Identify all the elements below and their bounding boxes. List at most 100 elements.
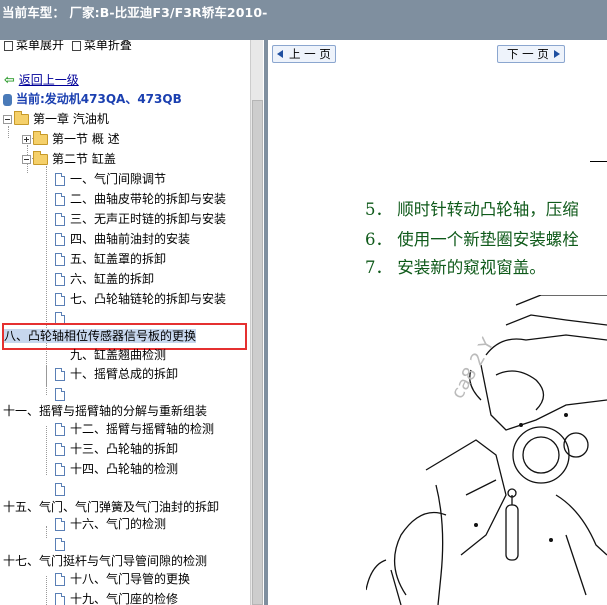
- tree-toolbar: 菜单展开 菜单折叠: [0, 40, 132, 53]
- tree-node-label[interactable]: 第一节 概 述: [52, 132, 120, 146]
- folder-open-icon: [33, 151, 48, 165]
- tree-item-11-icon-row[interactable]: [55, 385, 70, 403]
- page-icon: [55, 518, 65, 531]
- tree-item-label[interactable]: 六、缸盖的拆卸: [70, 272, 154, 286]
- tree-scrollbar[interactable]: [250, 40, 263, 605]
- tree-item-9[interactable]: 九、缸盖翘曲检测: [55, 346, 166, 364]
- tree-item-label[interactable]: 十四、凸轮轴的检测: [70, 462, 178, 476]
- tree-item-label[interactable]: 十七、气门挺杆与气门导管间隙的检测: [3, 554, 207, 568]
- tree-node-label[interactable]: 第二节 缸盖: [52, 152, 116, 166]
- next-page-label: 下 一 页: [507, 47, 549, 61]
- tree-item-13[interactable]: 十三、凸轮轴的拆卸: [55, 440, 178, 458]
- tree-item-2[interactable]: 二、曲轴皮带轮的拆卸与安装: [55, 190, 226, 208]
- page-icon: [55, 573, 65, 586]
- tree-item-1[interactable]: 一、气门间隙调节: [55, 170, 166, 188]
- tree-item-label[interactable]: 四、曲轴前油封的安装: [70, 232, 190, 246]
- tree-node-label[interactable]: 第一章 汽油机: [33, 112, 109, 126]
- folder-open-icon: [14, 111, 29, 125]
- step-number: 6．: [365, 230, 392, 249]
- page-icon: [55, 463, 65, 476]
- right-arrow-icon: [554, 50, 560, 58]
- tree-item-6[interactable]: 六、缸盖的拆卸: [55, 270, 154, 288]
- tree-item-label[interactable]: 十八、气门导管的更换: [70, 572, 190, 586]
- tree-item-3[interactable]: 三、无声正时链的拆卸与安装: [55, 210, 226, 228]
- tree-item-7[interactable]: 七、凸轮轴链轮的拆卸与安装: [55, 290, 226, 308]
- left-arrow-icon: [277, 50, 283, 58]
- section-rule: [590, 161, 607, 162]
- tree-node-section1[interactable]: 第一节 概 述: [22, 130, 120, 148]
- tree-item-12[interactable]: 十二、摇臂与摇臂轴的检测: [55, 420, 214, 438]
- tree-item-11[interactable]: 十一、摇臂与摇臂轴的分解与重新组装: [3, 402, 207, 420]
- tree-item-16[interactable]: 十六、气门的检测: [55, 515, 166, 533]
- tree-item-label[interactable]: 十、摇臂总成的拆卸: [70, 367, 178, 381]
- back-link-row[interactable]: ⇦ 返回上一级: [4, 71, 79, 89]
- collapse-toggle-icon[interactable]: [3, 115, 12, 124]
- tree-item-label[interactable]: 十三、凸轮轴的拆卸: [70, 442, 178, 456]
- tree-item-18[interactable]: 十八、气门导管的更换: [55, 570, 190, 588]
- tree-item-label[interactable]: 十二、摇臂与摇臂轴的检测: [70, 422, 214, 436]
- current-engine-row: 当前:发动机473QA、473QB: [3, 90, 182, 108]
- tree-item-10[interactable]: 十、摇臂总成的拆卸: [55, 365, 178, 383]
- page-icon: [55, 593, 65, 605]
- expand-toggle-icon[interactable]: [22, 135, 31, 144]
- page-icon: [55, 273, 65, 286]
- step-text: 使用一个新垫圈安装螺栓: [397, 230, 579, 249]
- expand-all-button[interactable]: 菜单展开: [16, 40, 64, 53]
- page-icon: [55, 388, 65, 401]
- step-number: 7．: [365, 258, 392, 277]
- step-5: 5． 顺时针转动凸轮轴，压缩: [365, 196, 579, 220]
- tree-item-label[interactable]: 十六、气门的检测: [70, 517, 166, 531]
- tree-item-19[interactable]: 十九、气门座的检修: [55, 590, 178, 605]
- engine-db-icon: [3, 93, 12, 106]
- tree-item-label[interactable]: 七、凸轮轴链轮的拆卸与安装: [70, 292, 226, 306]
- page-icon: [55, 213, 65, 226]
- expand-all-icon[interactable]: [4, 40, 13, 51]
- tree-item-5[interactable]: 五、缸盖罩的拆卸: [55, 250, 166, 268]
- step-text: 安装新的窥视窗盖。: [397, 258, 546, 277]
- current-engine-label: 当前:发动机473QA、473QB: [16, 92, 182, 106]
- scrollbar-thumb[interactable]: [252, 100, 263, 605]
- tree-item-14[interactable]: 十四、凸轮轴的检测: [55, 460, 178, 478]
- page-icon: [55, 193, 65, 206]
- tree-item-15-icon-row[interactable]: [55, 480, 70, 498]
- tree-item-label[interactable]: 十九、气门座的检修: [70, 592, 178, 605]
- page-icon: [55, 483, 65, 496]
- collapse-all-button[interactable]: 菜单折叠: [84, 40, 132, 53]
- page-icon: [55, 423, 65, 436]
- tree-node-chapter1[interactable]: 第一章 汽油机: [3, 110, 109, 128]
- tree-item-label[interactable]: 三、无声正时链的拆卸与安装: [70, 212, 226, 226]
- tree-item-label[interactable]: 五、缸盖罩的拆卸: [70, 252, 166, 266]
- page-icon: [55, 173, 65, 186]
- page-icon: [55, 368, 65, 381]
- tree-item-4[interactable]: 四、曲轴前油封的安装: [55, 230, 190, 248]
- tree-node-section2[interactable]: 第二节 缸盖: [22, 150, 116, 168]
- next-page-button[interactable]: 下 一 页: [497, 45, 565, 63]
- content-pane: 上 一 页 下 一 页 5． 顺时针转动凸轮轴，压缩 6． 使用一个新垫圈安装螺…: [268, 40, 607, 605]
- tree-item-label[interactable]: 九、缸盖翘曲检测: [70, 348, 166, 362]
- page-icon: [55, 293, 65, 306]
- step-6: 6． 使用一个新垫圈安装螺栓: [365, 226, 579, 250]
- tree-item-label[interactable]: 一、气门间隙调节: [70, 172, 166, 186]
- tree-item-15[interactable]: 十五、气门、气门弹簧及气门油封的拆卸: [3, 498, 219, 516]
- page-icon: [55, 538, 65, 551]
- tree-item-17-icon-row[interactable]: [55, 535, 70, 553]
- step-7: 7． 安装新的窥视窗盖。: [365, 254, 546, 278]
- current-vehicle-title: 当前车型： 厂家:B-比亚迪F3/F3R轿车2010-: [2, 5, 268, 20]
- back-link[interactable]: 返回上一级: [19, 73, 79, 87]
- tree-item-17[interactable]: 十七、气门挺杆与气门导管间隙的检测: [3, 552, 207, 570]
- prev-page-button[interactable]: 上 一 页: [272, 45, 336, 63]
- step-number: 5．: [365, 200, 392, 219]
- page-icon: [55, 233, 65, 246]
- left-nav-pane: 菜单展开 菜单折叠 ⇦ 返回上一级 当前:发动机473QA、473QB 第一章 …: [0, 40, 264, 605]
- collapse-toggle-icon[interactable]: [22, 155, 31, 164]
- tree-item-label[interactable]: 十五、气门、气门弹簧及气门油封的拆卸: [3, 500, 219, 514]
- step-text: 顺时针转动凸轮轴，压缩: [397, 200, 579, 219]
- tree-item-label[interactable]: 二、曲轴皮带轮的拆卸与安装: [70, 192, 226, 206]
- page-icon: [55, 443, 65, 456]
- title-bar: 当前车型： 厂家:B-比亚迪F3/F3R轿车2010-: [0, 0, 607, 40]
- collapse-all-icon[interactable]: [71, 40, 81, 51]
- prev-page-label: 上 一 页: [289, 47, 331, 61]
- tree-item-label[interactable]: 十一、摇臂与摇臂轴的分解与重新组装: [3, 404, 207, 418]
- back-arrow-icon[interactable]: ⇦: [4, 73, 15, 88]
- camshaft-drawing-figure: ca8 2 Y: [366, 295, 607, 605]
